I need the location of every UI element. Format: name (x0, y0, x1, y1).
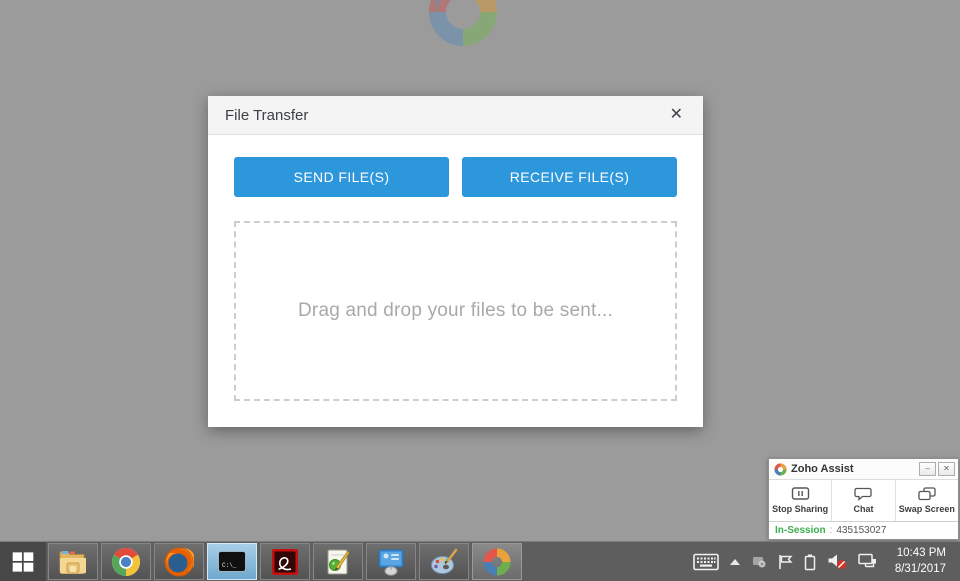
windows-start-icon (12, 551, 34, 573)
firefox-icon (164, 547, 194, 577)
taskbar-clock[interactable]: 10:43 PM 8/31/2017 (889, 546, 952, 577)
paint-icon (429, 547, 459, 577)
taskbar-app-adobe-reader[interactable] (260, 543, 310, 580)
minimize-button[interactable]: – (919, 462, 936, 476)
volume-muted-icon[interactable] (827, 553, 847, 570)
system-tray: 10:43 PM 8/31/2017 (693, 542, 960, 581)
zoho-assist-taskbar-icon (483, 548, 511, 576)
widget-title: Zoho Assist (791, 463, 854, 475)
chat-bubble-icon (854, 487, 872, 501)
file-transfer-dialog: File Transfer ✕ SEND FILE(S) RECEIVE FIL… (208, 96, 703, 427)
swap-screens-icon (918, 487, 936, 501)
hardware-tray-icon[interactable] (751, 555, 767, 569)
dropzone-hint: Drag and drop your files to be sent... (298, 300, 613, 322)
widget-close-button[interactable]: ✕ (938, 462, 955, 476)
send-files-button[interactable]: SEND FILE(S) (234, 157, 449, 197)
dialog-body: SEND FILE(S) RECEIVE FILE(S) Drag and dr… (208, 135, 703, 401)
swap-screen-button[interactable]: Swap Screen (896, 480, 958, 521)
action-center-flag-icon[interactable] (778, 554, 793, 570)
taskbar-app-notepad-plus-plus[interactable] (313, 543, 363, 580)
dialog-title: File Transfer (225, 107, 308, 124)
command-prompt-icon: C:\_ (218, 551, 246, 572)
battery-icon[interactable] (804, 553, 816, 571)
taskbar-app-firefox[interactable] (154, 543, 204, 580)
widget-titlebar[interactable]: Zoho Assist – ✕ (769, 459, 958, 480)
zoho-assist-icon (774, 463, 787, 476)
touch-keyboard-icon[interactable] (693, 553, 719, 571)
session-status-label: In-Session (775, 525, 826, 536)
notepad-plus-plus-icon (323, 547, 353, 577)
show-hidden-icons-arrow[interactable] (730, 559, 740, 565)
taskbar: C:\_ (0, 541, 960, 581)
screen-share-icon (791, 487, 810, 501)
display-settings-icon (376, 548, 406, 576)
clock-time: 10:43 PM (895, 546, 946, 562)
dialog-header: File Transfer ✕ (208, 96, 703, 135)
file-explorer-icon (58, 548, 88, 576)
taskbar-app-paint[interactable] (419, 543, 469, 580)
session-status-bar: In-Session : 435153027 (769, 521, 958, 539)
adobe-reader-icon (271, 548, 299, 576)
session-id: 435153027 (836, 525, 886, 536)
taskbar-app-chrome[interactable] (101, 543, 151, 580)
taskbar-app-file-explorer[interactable] (48, 543, 98, 580)
taskbar-empty-area (523, 542, 693, 581)
taskbar-app-display-settings[interactable] (366, 543, 416, 580)
close-icon[interactable]: ✕ (670, 107, 683, 123)
zoho-assist-ring-logo (427, 0, 499, 48)
stop-sharing-button[interactable]: Stop Sharing (769, 480, 832, 521)
clock-date: 8/31/2017 (895, 562, 946, 578)
file-dropzone[interactable]: Drag and drop your files to be sent... (234, 221, 677, 401)
chrome-icon (111, 547, 141, 577)
chat-button[interactable]: Chat (832, 480, 895, 521)
ethernet-network-icon[interactable] (858, 553, 878, 570)
widget-actions: Stop Sharing Chat Swap Screen (769, 480, 958, 521)
start-button[interactable] (0, 542, 46, 581)
receive-files-button[interactable]: RECEIVE FILE(S) (462, 157, 677, 197)
zoho-assist-widget: Zoho Assist – ✕ Stop Sharing Chat (768, 458, 959, 540)
taskbar-app-zoho-assist[interactable] (472, 543, 522, 580)
taskbar-app-command-prompt[interactable]: C:\_ (207, 543, 257, 580)
